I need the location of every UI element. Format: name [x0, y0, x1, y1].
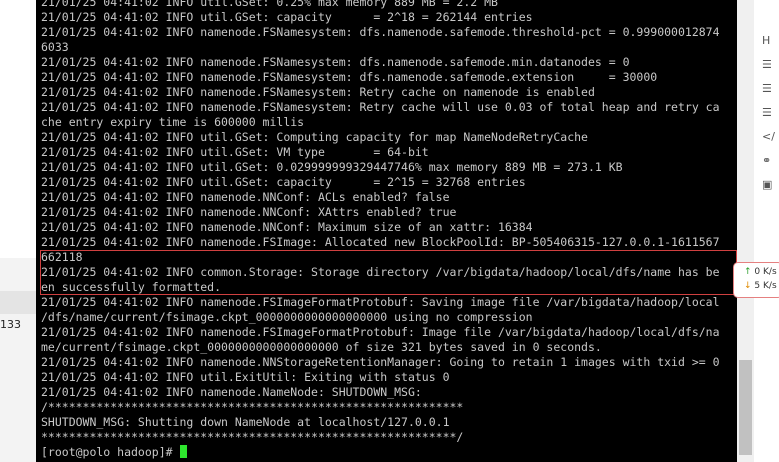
terminal-line: 21/01/25 04:41:02 INFO namenode.FSNamesy… [41, 85, 595, 99]
left-panel-selected-row[interactable] [0, 291, 40, 314]
background-window-left: 133 [0, 0, 40, 462]
terminal-line: 21/01/25 04:41:02 INFO namenode.FSImageF… [41, 325, 720, 339]
terminal-line: /dfs/name/current/fsimage.ckpt_000000000… [41, 310, 533, 324]
terminal-output: 21/01/25 04:41:02 INFO util.GSet: 0.25% … [41, 0, 720, 445]
list-icon[interactable]: ☰ [762, 58, 772, 71]
terminal-line: 21/01/25 04:41:02 INFO namenode.FSImage:… [41, 235, 720, 249]
shell-prompt[interactable]: [root@polo hadoop]# [41, 445, 188, 460]
link-icon[interactable]: ⚭ [762, 154, 771, 167]
terminal-line: 21/01/25 04:41:02 INFO namenode.FSNamesy… [41, 55, 630, 69]
terminal-line: 21/01/25 04:41:02 INFO util.GSet: capaci… [41, 10, 533, 24]
terminal-line: 6033 [41, 40, 69, 54]
terminal-line: me/current/fsimage.ckpt_0000000000000000… [41, 340, 602, 354]
upload-speed: 0 [754, 267, 761, 277]
terminal-line: 21/01/25 04:41:02 INFO namenode.NNStorag… [41, 355, 720, 369]
terminal-line: 21/01/25 04:41:02 INFO namenode.NameNode… [41, 385, 422, 399]
terminal-line: 21/01/25 04:41:02 INFO namenode.FSNamesy… [41, 100, 720, 114]
terminal-line: ****************************************… [41, 430, 464, 444]
terminal-line: 21/01/25 04:41:02 INFO util.GSet: 0.0299… [41, 160, 623, 174]
terminal-line: 21/01/25 04:41:02 INFO namenode.FSNamesy… [41, 70, 658, 84]
terminal-line: 21/01/25 04:41:02 INFO util.ExitUtil: Ex… [41, 370, 450, 384]
download-speed: 5 [754, 281, 761, 291]
terminal-window[interactable]: 21/01/25 04:41:02 INFO util.GSet: 0.25% … [36, 0, 737, 462]
terminal-line: che entry expiry time is 600000 millis [41, 115, 305, 129]
upload-unit: K/s [763, 267, 777, 277]
terminal-line: 21/01/25 04:41:02 INFO namenode.NNConf: … [41, 220, 533, 234]
terminal-line: /***************************************… [41, 400, 464, 414]
prompt-text: [root@polo hadoop]# [41, 445, 180, 459]
left-panel-number: 133 [0, 318, 21, 331]
code-icon[interactable]: </ [762, 130, 775, 143]
terminal-line: 21/01/25 04:41:02 INFO namenode.FSNamesy… [41, 25, 720, 39]
image-icon[interactable]: ▣ [762, 178, 772, 191]
terminal-line: 21/01/25 04:41:02 INFO namenode.FSImageF… [41, 295, 720, 309]
terminal-line: 21/01/25 04:41:02 INFO util.GSet: VM typ… [41, 145, 429, 159]
terminal-line: 21/01/25 04:41:02 INFO namenode.NNConf: … [41, 205, 457, 219]
list-icon[interactable]: ☰ [762, 106, 772, 119]
terminal-scrollbar[interactable] [737, 0, 754, 462]
right-toolbar: H ☰ ☰ ☰ </ ⚭ ▣ [754, 0, 779, 462]
heading-icon[interactable]: H [762, 34, 770, 47]
terminal-line: 21/01/25 04:41:02 INFO namenode.NNConf: … [41, 190, 450, 204]
network-speed-widget[interactable]: ↑ 0 K/s ↓ 5 K/s [733, 262, 779, 298]
terminal-line: 21/01/25 04:41:02 INFO util.GSet: 0.25% … [41, 0, 498, 9]
download-unit: K/s [763, 281, 777, 291]
success-message-highlight [40, 250, 737, 295]
download-arrow-icon: ↓ [744, 281, 752, 291]
terminal-line: SHUTDOWN_MSG: Shutting down NameNode at … [41, 415, 450, 429]
terminal-line: 21/01/25 04:41:02 INFO util.GSet: Comput… [41, 130, 588, 144]
terminal-cursor [180, 445, 188, 458]
scrollbar-thumb[interactable] [739, 360, 752, 455]
terminal-line: 21/01/25 04:41:02 INFO util.GSet: capaci… [41, 175, 526, 189]
left-panel-shade [0, 258, 40, 462]
upload-arrow-icon: ↑ [744, 267, 752, 277]
list-icon[interactable]: ☰ [762, 82, 772, 95]
